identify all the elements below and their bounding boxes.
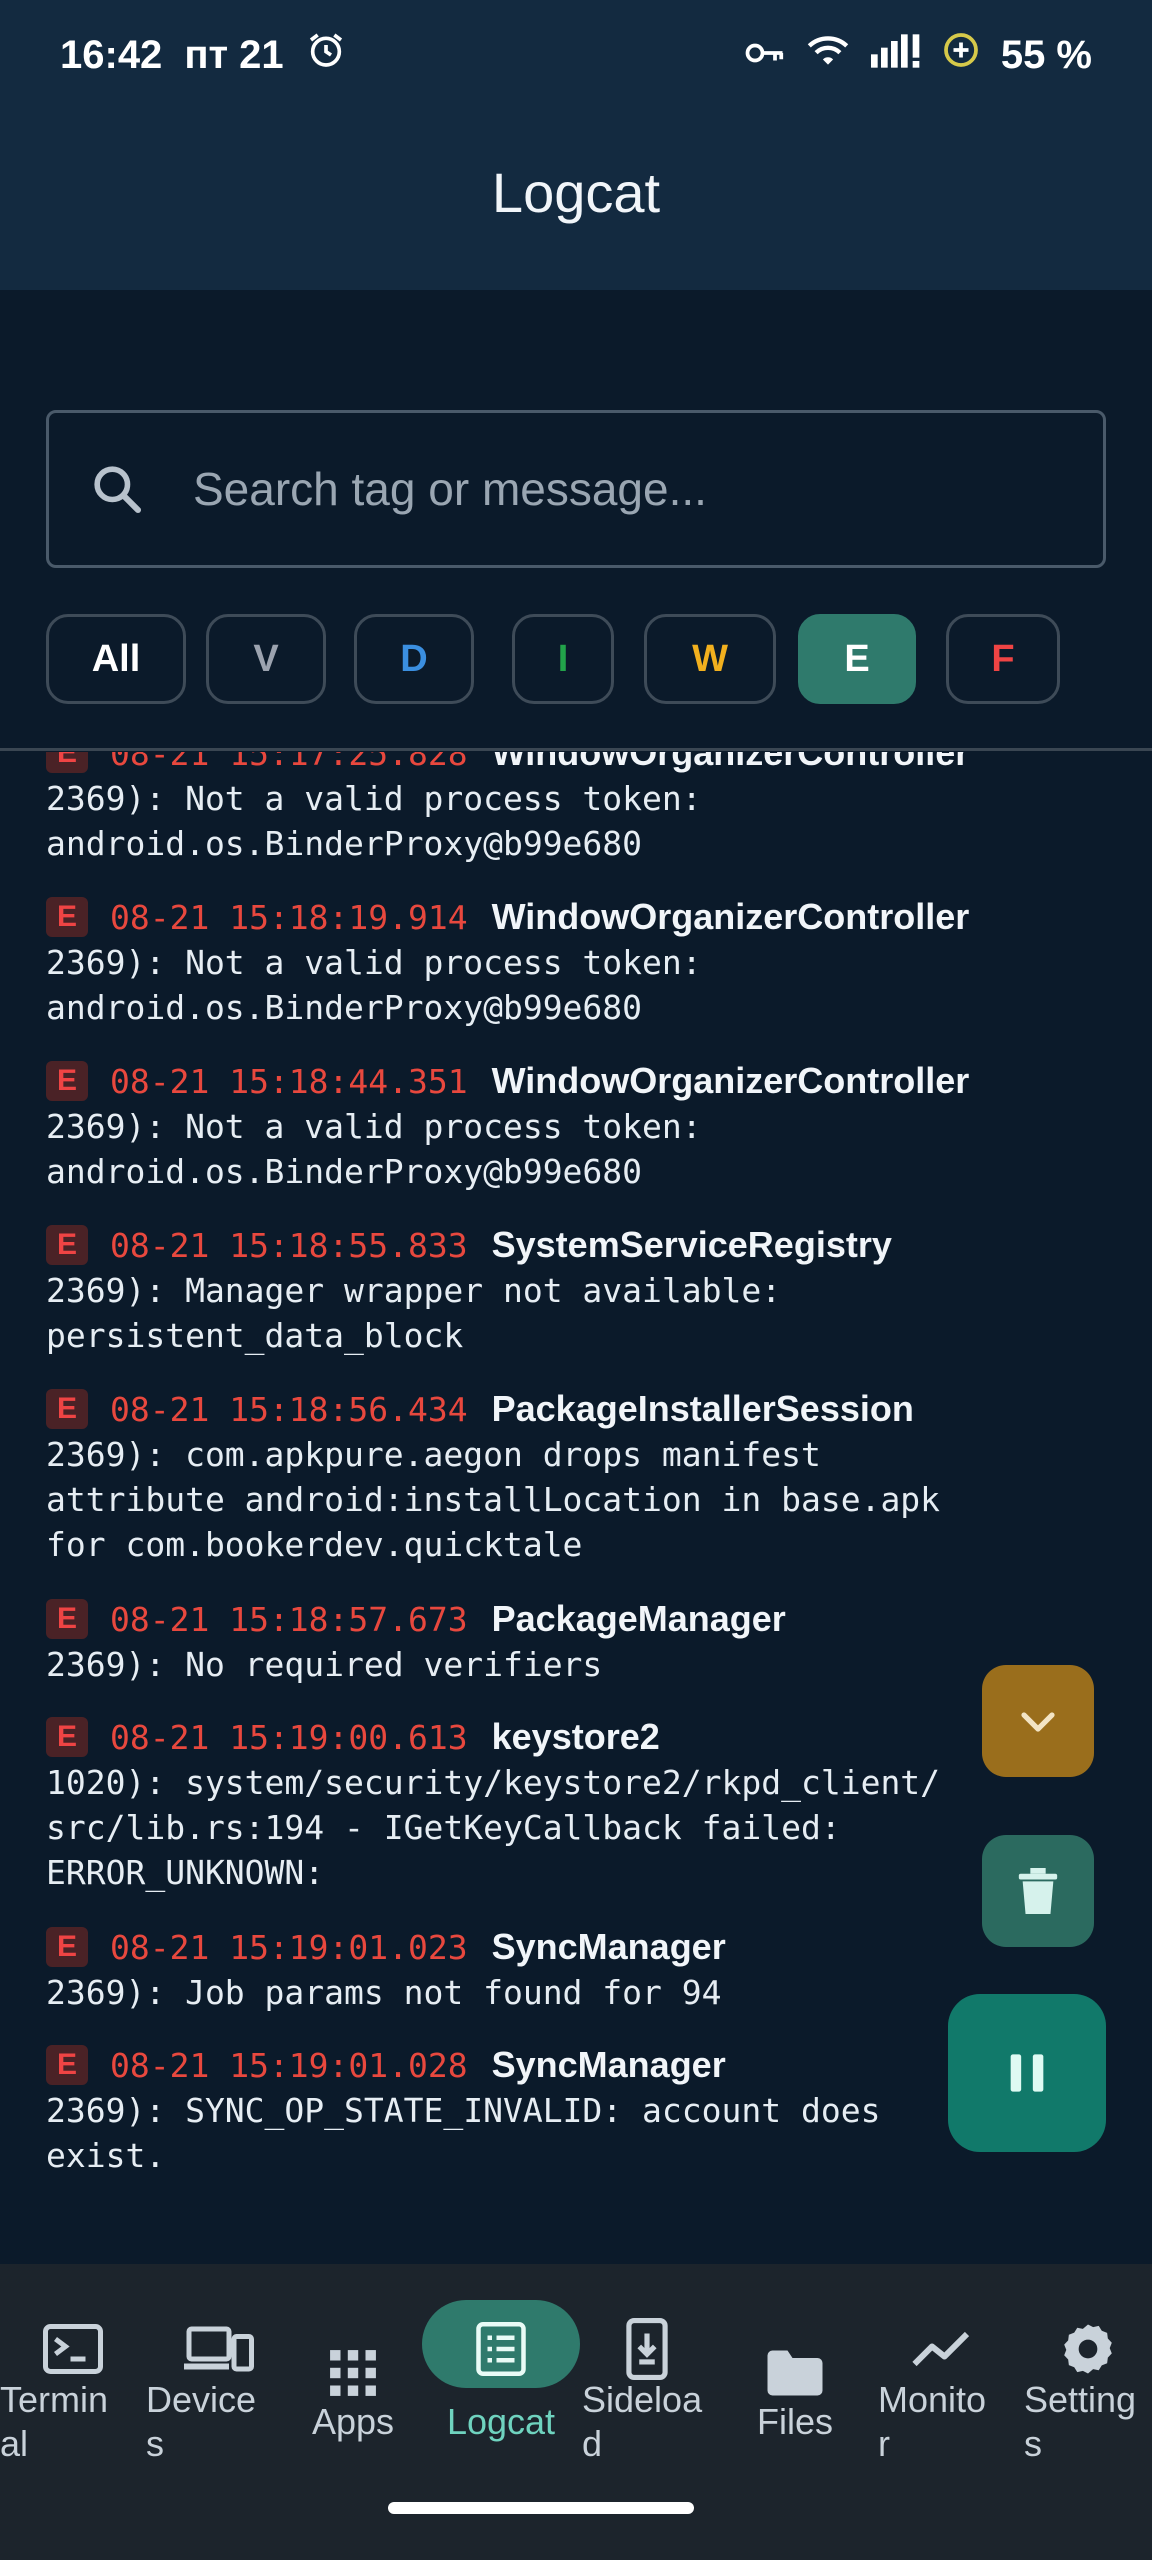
level-badge: E xyxy=(46,2045,88,2085)
status-bar: 16:42 пт 21 55 % xyxy=(0,0,1152,110)
log-timestamp: 08-21 15:19:01.023 xyxy=(110,1927,468,1967)
log-entry[interactable]: E 08-21 15:18:19.914 WindowOrganizerContro… xyxy=(46,894,1136,1030)
log-tag: keystore2 xyxy=(491,1716,660,1757)
log-timestamp: 08-21 15:19:01.028 xyxy=(110,2045,468,2085)
nav-label-devices: Device s xyxy=(146,2379,257,2464)
trash-icon xyxy=(1018,1868,1058,1914)
log-entry[interactable]: E 08-21 15:17:25.828 WindowOrganizerContro… xyxy=(46,752,1136,866)
level-badge: E xyxy=(46,1717,88,1757)
clear-logs-button[interactable] xyxy=(982,1835,1094,1947)
chip-label: D xyxy=(400,637,428,680)
log-tag: SyncManager xyxy=(491,1926,726,1967)
alarm-icon xyxy=(306,30,346,80)
nav-label-settings: Setting s xyxy=(1024,2379,1137,2464)
log-timestamp: 08-21 15:18:44.351 xyxy=(110,1061,468,1101)
log-tag: PackageInstallerSession xyxy=(491,1388,914,1429)
nav-label-monitor: Monito r xyxy=(878,2379,987,2464)
log-entry[interactable]: E 08-21 15:18:44.351 WindowOrganizerContro… xyxy=(46,1058,1136,1194)
nav-label-logcat: Logcat xyxy=(446,2401,556,2442)
level-badge: E xyxy=(46,1599,88,1639)
pause-icon xyxy=(1010,2054,1044,2092)
signal-icon xyxy=(870,33,921,78)
level-badge: E xyxy=(46,752,88,773)
nav-item-terminal[interactable]: Termin al xyxy=(0,2264,146,2560)
log-message: 2369): Not a valid process token: androi… xyxy=(46,779,702,863)
log-tag: WindowOrganizerController xyxy=(491,752,970,773)
app-header: 16:42 пт 21 55 % Logcat xyxy=(0,0,1152,290)
log-timestamp: 08-21 15:17:25.828 xyxy=(110,752,468,773)
log-tag: WindowOrganizerController xyxy=(491,1060,970,1101)
nav-label-sideload: Sideloa d xyxy=(582,2379,703,2464)
log-timestamp: 08-21 15:19:00.613 xyxy=(110,1717,468,1757)
wifi-icon xyxy=(807,33,849,78)
log-entry[interactable]: E 08-21 15:18:55.833 SystemServiceRegistry… xyxy=(46,1222,1136,1358)
level-badge: E xyxy=(46,1225,88,1265)
logcat-screen: 16:42 пт 21 55 % Logcat Search tag or me… xyxy=(0,0,1152,2560)
log-message: 2369): Not a valid process token: androi… xyxy=(46,943,702,1027)
chip-label: F xyxy=(991,637,1015,680)
nav-item-devices[interactable]: Device s xyxy=(146,2264,292,2560)
chip-label: All xyxy=(91,637,141,680)
nav-label-apps: Apps xyxy=(311,2401,395,2442)
log-message: 2369): No required verifiers xyxy=(46,1645,603,1684)
filter-chip-fatal[interactable]: F xyxy=(946,614,1060,704)
level-badge: E xyxy=(46,1927,88,1967)
chip-label: E xyxy=(844,637,870,680)
filter-chip-all[interactable]: All xyxy=(46,614,186,704)
nav-label-files: Files xyxy=(756,2401,833,2442)
logcat-icon xyxy=(428,2304,574,2394)
log-timestamp: 08-21 15:18:19.914 xyxy=(110,897,468,937)
filter-chip-info[interactable]: I xyxy=(512,614,614,704)
level-badge: E xyxy=(46,897,88,937)
search-icon xyxy=(94,466,142,514)
chip-label: W xyxy=(692,637,728,680)
clock-time: 16:42 xyxy=(60,32,163,77)
log-timestamp: 08-21 15:18:55.833 xyxy=(110,1225,468,1265)
filter-chip-verbose[interactable]: V xyxy=(206,614,326,704)
status-right: 55 % xyxy=(745,32,1092,78)
level-badge: E xyxy=(46,1389,88,1429)
page-title: Logcat xyxy=(491,161,661,224)
vpn-key-icon xyxy=(745,33,785,78)
log-message: 2369): Manager wrapper not available: pe… xyxy=(46,1271,782,1355)
search-box[interactable] xyxy=(46,410,1106,568)
nav-item-files[interactable]: Files xyxy=(722,2264,868,2560)
clock-date: пт 21 xyxy=(184,32,284,77)
chip-label: V xyxy=(253,637,279,680)
log-entry[interactable]: E 08-21 15:18:57.673 PackageManager 2369):… xyxy=(46,1596,1136,1687)
log-entry[interactable]: E 08-21 15:19:00.613 keystore2 1020): syst… xyxy=(46,1714,1136,1895)
log-timestamp: 08-21 15:18:56.434 xyxy=(110,1389,468,1429)
pause-button[interactable] xyxy=(948,1994,1106,2152)
home-indicator[interactable] xyxy=(388,2502,694,2514)
log-tag: PackageManager xyxy=(491,1598,786,1639)
filter-chip-debug[interactable]: D xyxy=(354,614,474,704)
log-message: 2369): com.apkpure.aegon drops manifest … xyxy=(46,1435,941,1564)
status-left: 16:42 пт 21 xyxy=(60,30,346,80)
filter-chip-warn[interactable]: W xyxy=(644,614,776,704)
nav-item-settings[interactable]: Setting s xyxy=(1024,2264,1152,2560)
search-input[interactable] xyxy=(193,462,1013,516)
chip-label: I xyxy=(557,637,569,680)
nav-item-monitor[interactable]: Monito r xyxy=(878,2264,1024,2560)
nav-item-logcat[interactable]: Logcat xyxy=(428,2264,574,2560)
log-message: 1020): system/security/keystore2/rkpd_cl… xyxy=(46,1763,941,1892)
log-entry[interactable]: E 08-21 15:18:56.434 PackageInstallerSessi… xyxy=(46,1386,1136,1567)
battery-icon xyxy=(943,32,979,78)
nav-label-terminal: Termin al xyxy=(0,2379,109,2464)
chevron-down-icon xyxy=(1021,1712,1055,1732)
log-message: 2369): Not a valid process token: androi… xyxy=(46,1107,702,1191)
nav-item-sideload[interactable]: Sideloa d xyxy=(582,2264,728,2560)
bottom-nav: Termin al Device s Apps Logcat Sideloa d xyxy=(0,2264,1152,2560)
log-tag: SystemServiceRegistry xyxy=(491,1224,892,1265)
scroll-down-button[interactable] xyxy=(982,1665,1094,1777)
battery-percent: 55 % xyxy=(1000,32,1092,77)
filters-divider xyxy=(0,748,1152,751)
level-badge: E xyxy=(46,1061,88,1101)
log-timestamp: 08-21 15:18:57.673 xyxy=(110,1599,468,1639)
filter-chip-error[interactable]: E xyxy=(798,614,916,704)
nav-item-apps[interactable]: Apps xyxy=(280,2264,426,2560)
log-tag: WindowOrganizerController xyxy=(491,896,970,937)
log-tag: SyncManager xyxy=(491,2044,726,2085)
